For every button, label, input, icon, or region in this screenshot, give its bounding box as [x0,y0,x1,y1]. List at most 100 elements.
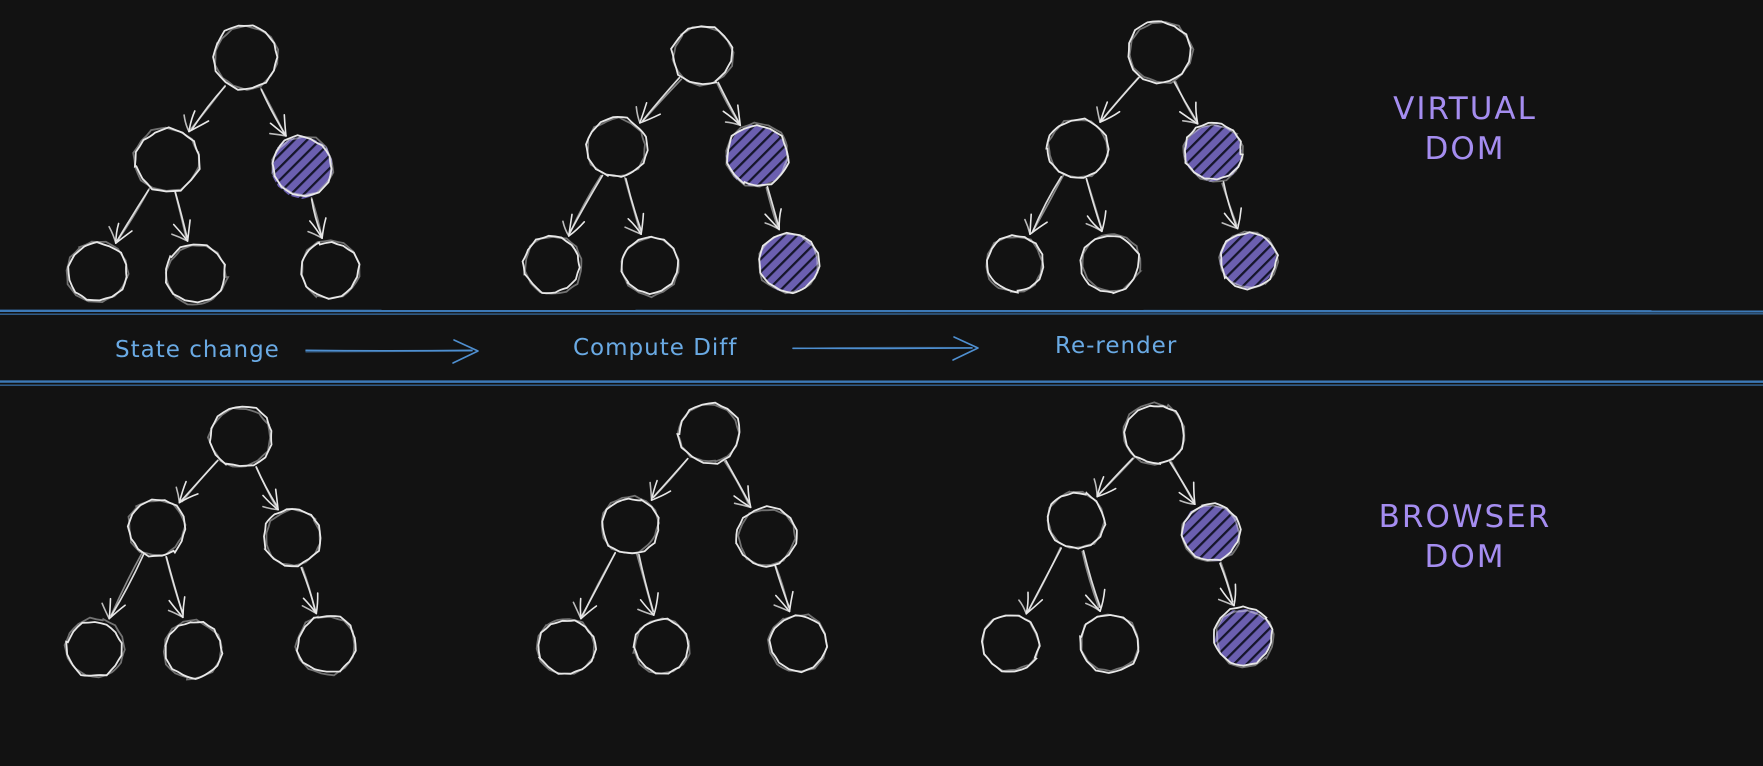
tree-edge [1031,174,1065,234]
tree-edge-arrowhead [579,597,582,620]
tree-edges-browser-dom-stage-1 [101,459,319,620]
tree-edge-arrowhead [562,220,570,237]
tree-node[interactable] [521,234,583,295]
tree-edge-arrowhead [778,208,782,231]
tree-edge [189,84,226,131]
tree-edge [766,185,780,227]
tree-edge-arrowhead [1093,478,1098,498]
tree-edge [255,465,277,508]
tree-edge [1170,461,1195,503]
browser-dom-label: BROWSER DOM [1340,498,1590,577]
tree-node-highlighted[interactable] [1182,121,1244,183]
tree-node[interactable] [294,615,357,677]
step-label-compute-diff: Compute Diff [573,335,738,361]
tree-node[interactable] [300,239,361,300]
tree-edge-arrowhead [1096,106,1101,123]
node-outline [265,507,322,567]
tree-node[interactable] [164,243,230,306]
tree-edge [1085,177,1103,229]
tree-node[interactable] [1046,490,1107,550]
tree-edge-arrowhead [1099,588,1106,612]
tree-nodes-browser-dom-stage-1 [63,405,357,681]
tree-node[interactable] [162,618,224,681]
node-outline [164,243,226,304]
virtual-dom-label: VIRTUAL DOM [1340,90,1590,169]
tree-node[interactable] [126,498,187,558]
node-outline [601,497,660,555]
tree-node[interactable] [1122,401,1186,466]
node-outline [1081,233,1143,292]
node-outline [735,505,798,568]
tree-node[interactable] [670,25,735,87]
tree-node-highlighted[interactable] [1180,502,1242,563]
tree-edge-arrowhead [108,225,117,244]
tree-edge [110,552,143,617]
tree-edge [110,553,145,617]
node-outline [1122,401,1186,466]
tree-edge-arrowhead [1029,213,1032,235]
node-outline [63,616,126,679]
tree-node[interactable] [63,616,126,679]
tree-edge-arrowhead [788,590,794,613]
tree-edge-arrowhead [1101,210,1107,233]
tree-edge [165,555,184,615]
tree-edge-arrowhead [635,106,641,124]
tree-edge-arrowhead [186,219,191,242]
tree-node[interactable] [65,240,130,304]
tree-node-highlighted[interactable] [758,231,821,295]
tree-nodes-browser-dom-stage-3 [980,401,1275,674]
virtual-dom-label-line1: VIRTUAL [1393,91,1537,127]
tree-node[interactable] [585,116,649,178]
tree-nodes-browser-dom-stage-2 [535,401,829,675]
tree-node[interactable] [735,505,798,568]
tree-node[interactable] [985,234,1045,294]
divider-bottom [0,380,1763,386]
tree-node[interactable] [263,507,322,568]
tree-edge-arrowhead [649,481,653,501]
tree-edge-arrowhead [1024,218,1031,235]
tree-edge-arrowhead [1233,583,1237,607]
tree-edge-arrowhead [1192,481,1196,505]
tree-node[interactable] [767,613,829,674]
tree-node[interactable] [1127,20,1195,85]
node-outline [535,618,596,675]
tree-edge-arrowhead [183,114,190,133]
tree-edge [260,87,285,134]
tree-edge [625,177,643,232]
tree-edge [716,82,740,124]
diagram-canvas: VIRTUAL DOM BROWSER DOM State change Com… [0,0,1763,766]
tree-edge [181,460,218,503]
tree-node[interactable] [1079,233,1143,295]
tree-node[interactable] [206,405,273,468]
step-arrow-shaft [305,350,473,353]
browser-dom-label-line2: DOM [1424,538,1506,575]
tree-node-highlighted[interactable] [725,121,790,188]
tree-node[interactable] [1045,117,1110,179]
step-label-state-change: State change [115,337,280,363]
tree-node[interactable] [676,401,741,465]
tree-edge [1082,549,1102,609]
tree-edge-arrowhead [1018,599,1028,615]
tree-edge-arrowhead [101,602,110,620]
node-outline [1046,119,1110,179]
arrow-compute-diff [792,336,979,361]
tree-node[interactable] [132,126,201,193]
tree-node[interactable] [600,494,661,555]
arrow-state-change [305,339,479,364]
tree-node-highlighted[interactable] [1213,605,1275,669]
tree-node[interactable] [212,24,280,91]
tree-node-highlighted[interactable] [271,134,335,199]
tree-nodes-virtual-dom-stage-2 [521,25,821,299]
tree-edge [1100,77,1139,122]
tree-node[interactable] [535,618,598,675]
node-outline [164,244,230,306]
tree-edge-arrowhead [1029,221,1048,235]
tree-edge-arrowhead [640,212,645,235]
tree-node[interactable] [632,617,691,675]
tree-edge [117,187,151,241]
tree-node[interactable] [1079,613,1140,674]
tree-node[interactable] [620,235,680,299]
tree-node-highlighted[interactable] [1218,230,1280,291]
node-outline [132,126,200,192]
tree-node[interactable] [980,614,1041,673]
